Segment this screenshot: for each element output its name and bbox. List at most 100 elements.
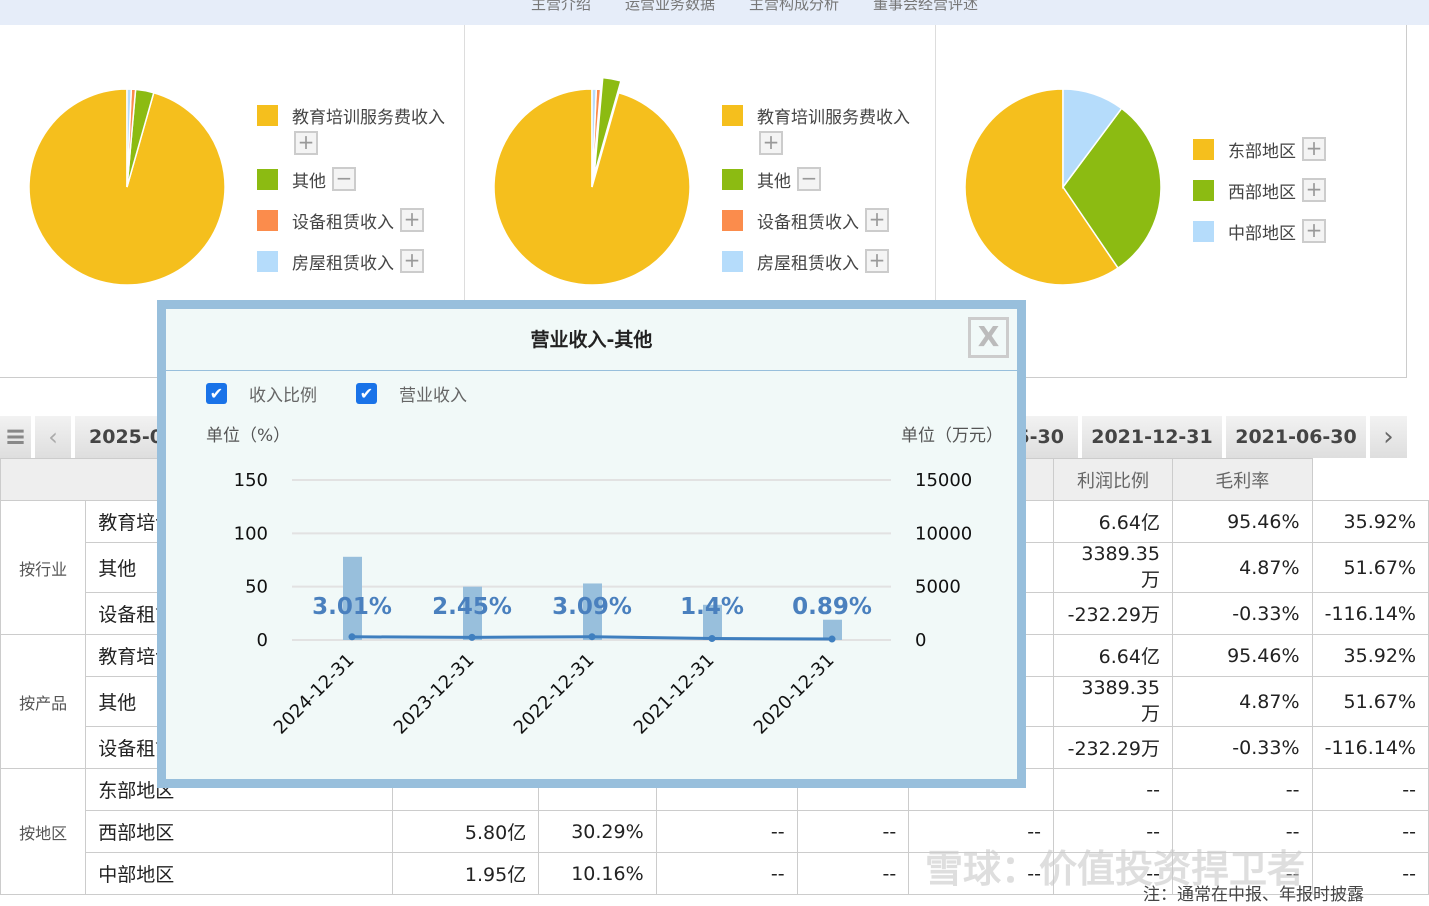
cell: 3389.35万 <box>1052 542 1173 593</box>
ratio-data-label: 3.09% <box>552 594 632 620</box>
legend-item[interactable]: 中部地区 + <box>1193 219 1326 244</box>
cell: -- <box>796 852 910 895</box>
cell: -- <box>1311 768 1429 811</box>
cell: -- <box>655 810 798 853</box>
pie-legend: 教育培训服务费收入 + 其他 − 设备租赁收入 + 房屋租赁收入 + <box>722 104 910 292</box>
expand-icon[interactable]: + <box>1302 219 1326 243</box>
cell: -- <box>796 810 910 853</box>
cell: -0.33% <box>1171 592 1313 635</box>
legend-swatch <box>1193 220 1214 242</box>
left-tick-label: 0 <box>257 630 268 651</box>
menu-icon[interactable]: ≡ <box>0 416 35 458</box>
prev-arrow-icon[interactable]: ‹ <box>35 416 75 458</box>
legend-item[interactable]: 西部地区 + <box>1193 178 1326 203</box>
column-header: 毛利率 <box>1171 458 1313 501</box>
expand-icon[interactable]: + <box>865 208 889 232</box>
cell: 3389.35万 <box>1052 676 1173 727</box>
pie-legend: 教育培训服务费收入 + 其他 − 设备租赁收入 + 房屋租赁收入 + <box>257 104 445 292</box>
cell: 6.64亿 <box>1052 634 1173 677</box>
expand-icon[interactable]: + <box>294 131 318 155</box>
legend-item[interactable]: 房屋租赁收入 + <box>722 249 910 274</box>
nav-board-review[interactable]: 董事会经营评述 <box>873 0 978 25</box>
legend-swatch <box>257 168 278 190</box>
nav-main-intro[interactable]: 主营介绍 <box>531 0 591 25</box>
left-tick-label: 100 <box>234 523 268 544</box>
legend-label: 设备租赁收入 <box>292 212 394 233</box>
revenue-chart: 0 0 50 5000 100 10000 150 15000 3.01% 2024-12-31 2… <box>234 470 973 739</box>
legend-swatch <box>257 250 278 272</box>
cell: -116.14% <box>1311 726 1429 769</box>
legend-item[interactable]: 其他 − <box>722 167 910 192</box>
tab-period[interactable]: 2021-06-30 <box>1226 416 1370 458</box>
cell: 4.87% <box>1171 676 1313 727</box>
legend-swatch <box>722 209 743 231</box>
expand-icon[interactable]: + <box>1302 137 1326 161</box>
group-label: 按地区 <box>0 768 87 895</box>
legend-label: 其他 <box>757 171 791 192</box>
ratio-data-label: 3.01% <box>312 594 392 620</box>
expand-icon[interactable]: + <box>400 208 424 232</box>
cell: 95.46% <box>1171 500 1313 543</box>
legend-item[interactable]: 设备租赁收入 + <box>257 208 445 233</box>
cell: 35.92% <box>1311 634 1429 677</box>
legend-item[interactable]: 教育培训服务费收入 <box>722 104 910 128</box>
collapse-icon[interactable]: − <box>797 167 821 191</box>
x-tick-label: 2022-12-31 <box>510 650 599 739</box>
legend-label: 教育培训服务费收入 <box>757 107 910 128</box>
cell: -0.33% <box>1171 726 1313 769</box>
next-arrow-icon[interactable]: › <box>1370 416 1407 458</box>
legend-swatch <box>1193 138 1214 160</box>
legend-label: 中部地区 <box>1228 223 1296 244</box>
cell: 1.95亿 <box>392 852 540 895</box>
group-label: 按产品 <box>0 634 87 769</box>
cell: 95.46% <box>1171 634 1313 677</box>
item-name: 西部地区 <box>85 810 394 853</box>
cell: 6.64亿 <box>1052 500 1173 543</box>
cell: 4.87% <box>1171 542 1313 593</box>
cell: 35.92% <box>1311 500 1429 543</box>
expand-icon[interactable]: + <box>865 249 889 273</box>
right-tick-label: 0 <box>915 630 926 651</box>
left-tick-label: 50 <box>245 577 268 598</box>
group-label: 按行业 <box>0 500 87 635</box>
cell: -232.29万 <box>1052 726 1173 769</box>
right-tick-label: 15000 <box>915 470 972 491</box>
ratio-point[interactable] <box>468 633 476 641</box>
collapse-icon[interactable]: − <box>332 167 356 191</box>
legend-label: 西部地区 <box>1228 182 1296 203</box>
legend-item[interactable]: 教育培训服务费收入 <box>257 104 445 128</box>
cell: -- <box>1171 768 1313 811</box>
nav-operating-data[interactable]: 运营业务数据 <box>625 0 715 25</box>
tab-period[interactable]: 2021-12-31 <box>1082 416 1226 458</box>
expand-icon[interactable]: + <box>1302 178 1326 202</box>
x-tick-label: 2020-12-31 <box>750 650 839 739</box>
expand-icon[interactable]: + <box>400 249 424 273</box>
ratio-data-label: 2.45% <box>432 594 512 620</box>
cell: 51.67% <box>1311 676 1429 727</box>
item-name: 中部地区 <box>85 852 394 895</box>
ratio-point[interactable] <box>708 635 716 643</box>
legend-swatch <box>257 209 278 231</box>
cell: -- <box>1311 810 1429 853</box>
pie-legend: 东部地区 + 西部地区 + 中部地区 + <box>1193 137 1326 262</box>
legend-item[interactable]: 其他 − <box>257 167 445 192</box>
legend-item[interactable]: 房屋租赁收入 + <box>257 249 445 274</box>
column-header: 利润比例 <box>1052 458 1173 501</box>
x-tick-label: 2021-12-31 <box>630 650 719 739</box>
nav-composition[interactable]: 主营构成分析 <box>749 0 839 25</box>
legend-label: 东部地区 <box>1228 141 1296 162</box>
chart-modal: 营业收入-其他 X ✔ 收入比例 ✔ 营业收入 单位（%） 单位（万元） 0 0 50 5… <box>157 300 1026 788</box>
right-tick-label: 10000 <box>915 523 972 544</box>
ratio-point[interactable] <box>588 633 596 641</box>
footnote: 注：通常在中报、年报时披露 <box>1143 885 1364 905</box>
left-tick-label: 150 <box>234 470 268 491</box>
legend-item[interactable]: 东部地区 + <box>1193 137 1326 162</box>
expand-icon[interactable]: + <box>759 131 783 155</box>
ratio-data-label: 1.4% <box>680 594 744 620</box>
ratio-point[interactable] <box>828 635 836 643</box>
legend-item[interactable]: 设备租赁收入 + <box>722 208 910 233</box>
ratio-point[interactable] <box>348 633 356 641</box>
legend-swatch <box>722 250 743 272</box>
legend-swatch <box>1193 179 1214 201</box>
cell: 30.29% <box>538 810 657 853</box>
